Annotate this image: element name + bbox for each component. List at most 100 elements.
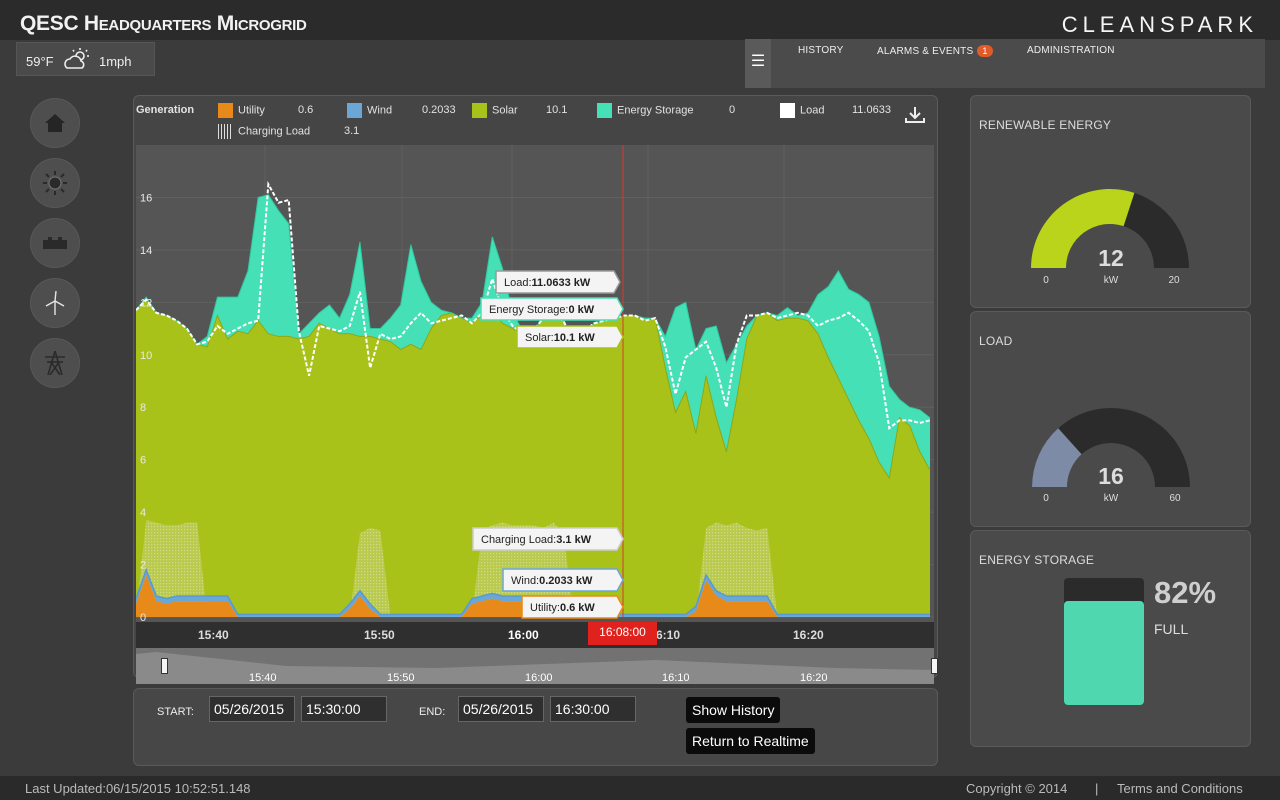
wind-speed: 1mph [99, 54, 132, 69]
legend-load[interactable]: Load [780, 103, 824, 118]
x-tick-label: 15:50 [364, 628, 395, 642]
navigator-handle-left[interactable] [161, 658, 168, 674]
load-value: 16 [1098, 463, 1124, 489]
sidebar-item-utility[interactable] [30, 338, 80, 388]
legend-wind-name: Wind [367, 104, 393, 117]
x-axis-bar: 15:40 15:50 16:00 6:10 16:20 16:08:00 [136, 622, 934, 648]
alarm-count-badge: 1 [977, 45, 993, 57]
cursor-time-label: 16:08:00 [588, 622, 657, 645]
battery-icon [43, 237, 67, 249]
storage-fill [1064, 600, 1144, 705]
load-max: 60 [1169, 493, 1181, 504]
renewable-energy-gauge: 12 kW 0 20 [1031, 188, 1189, 286]
hamburger-icon[interactable]: ☰ [745, 39, 771, 88]
legend-storage-value: 0 [729, 104, 736, 116]
y-tick-label: 10 [140, 350, 152, 362]
legend-wind[interactable]: Wind [347, 103, 392, 118]
legend-charging-value: 3.1 [344, 125, 360, 137]
x-tick-label: 16:00 [508, 628, 539, 642]
renewable-min: 0 [1043, 275, 1049, 286]
return-to-realtime-button[interactable]: Return to Realtime [686, 728, 815, 754]
end-label: END: [419, 706, 446, 718]
start-label: START: [157, 706, 194, 718]
legend-wind-value: 0.2033 [422, 104, 456, 116]
weather-widget: 59°F 1mph [16, 42, 155, 76]
legend-charging-load[interactable]: Charging Load [218, 124, 310, 139]
terms-link[interactable]: Terms and Conditions [1117, 781, 1243, 796]
legend-swatch-load [780, 103, 795, 118]
x-tick-label: 16:20 [793, 628, 824, 642]
legend-swatch-charging [218, 124, 233, 139]
start-time-input[interactable] [301, 696, 387, 722]
end-date-input[interactable] [458, 696, 544, 722]
sidebar-item-wind[interactable] [30, 278, 80, 328]
footer: Last Updated:06/15/2015 10:52:51.148 Cop… [0, 776, 1280, 800]
nav-alarms-label: ALARMS & EVENTS [877, 46, 974, 57]
storage-status: FULL [1154, 621, 1189, 637]
chart-navigator[interactable]: 15:40 15:50 16:00 16:10 16:20 [136, 648, 938, 684]
tooltip-charging-load: Charging Load:3.1 kW [481, 534, 592, 546]
load-min: 0 [1043, 493, 1049, 504]
navigator-tick-label: 16:00 [525, 672, 553, 684]
legend-energy-storage[interactable]: Energy Storage [597, 103, 693, 118]
legend-load-name: Load [800, 104, 825, 117]
sidebar-item-solar[interactable] [30, 158, 80, 208]
y-tick-label: 0 [140, 612, 146, 622]
footer-separator: | [1095, 781, 1099, 796]
renewable-energy-panel: RENEWABLE ENERGY 12 kW 0 20 [970, 95, 1251, 308]
storage-battery [1064, 578, 1144, 705]
copyright: Copyright © 2014 [966, 781, 1068, 796]
tooltip-solar: Solar:10.1 kW [525, 332, 595, 344]
legend-swatch-wind [347, 103, 362, 118]
legend-swatch-utility [218, 103, 233, 118]
tooltip-utility: Utility:0.6 kW [530, 602, 595, 614]
legend-swatch-storage [597, 103, 612, 118]
load-unit: kW [1104, 493, 1119, 504]
load-panel: LOAD 16 kW 0 60 [970, 311, 1251, 527]
y-tick-label: 4 [140, 507, 146, 519]
legend-load-value: 11.0633 [852, 104, 891, 116]
top-bar: QESC Headquarters Microgrid CLEANSPARK [0, 0, 1280, 40]
legend-solar-name: Solar [492, 104, 518, 117]
y-tick-label: 16 [140, 192, 152, 204]
nav-history-label: HISTORY [798, 45, 844, 56]
sidebar-item-storage[interactable] [30, 218, 80, 268]
nav-administration-label: ADMINISTRATION [1027, 45, 1115, 56]
navigator-tick-label: 15:40 [249, 672, 277, 684]
wind-turbine-icon [45, 291, 65, 315]
nav-history[interactable]: HISTORY [798, 45, 844, 56]
legend-utility-name: Utility [238, 104, 265, 117]
temperature: 59°F [26, 54, 54, 69]
sidebar-item-home[interactable] [30, 98, 80, 148]
partly-cloudy-icon [64, 48, 89, 69]
load-gauge: 16 kW 0 60 [1032, 408, 1190, 504]
show-history-button[interactable]: Show History [686, 697, 781, 723]
legend-solar[interactable]: Solar [472, 103, 518, 118]
chart-legend: Generation Utility 0.6 Wind 0.2033 Solar… [136, 100, 936, 140]
navigator-tick-label: 16:10 [662, 672, 690, 684]
page-title: QESC Headquarters Microgrid [20, 12, 307, 35]
power-tower-icon [45, 351, 65, 375]
navigator-handle-right[interactable] [931, 658, 938, 674]
tooltip-energy-storage: Energy Storage:0 kW [489, 304, 595, 316]
y-tick-label: 14 [140, 245, 152, 257]
start-date-input[interactable] [209, 696, 295, 722]
y-tick-label: 12 [140, 297, 152, 309]
tooltip-load: Load:11.0633 kW [504, 277, 591, 289]
renewable-unit: kW [1104, 275, 1119, 286]
nav-alarms-events[interactable]: ALARMS & EVENTS 1 [877, 45, 993, 57]
navigator-tick-label: 16:20 [800, 672, 828, 684]
legend-heading: Generation [136, 104, 195, 116]
legend-storage-name: Energy Storage [617, 104, 694, 117]
x-tick-label: 15:40 [198, 628, 229, 642]
generation-chart[interactable]: 0 2 4 6 8 10 12 14 16 Load:11.0633 kW Energy Stora… [136, 145, 934, 622]
top-nav: ☰ HISTORY ALARMS & EVENTS 1 ADMINISTRATIO… [745, 39, 1265, 88]
nav-administration[interactable]: ADMINISTRATION [1027, 45, 1115, 56]
y-tick-label: 6 [140, 455, 146, 467]
storage-percent: 82% [1154, 575, 1217, 610]
download-icon[interactable] [904, 106, 926, 124]
y-tick-label: 2 [140, 560, 146, 572]
legend-utility[interactable]: Utility [218, 103, 265, 118]
end-time-input[interactable] [550, 696, 636, 722]
energy-storage-title: ENERGY STORAGE [979, 553, 1095, 567]
